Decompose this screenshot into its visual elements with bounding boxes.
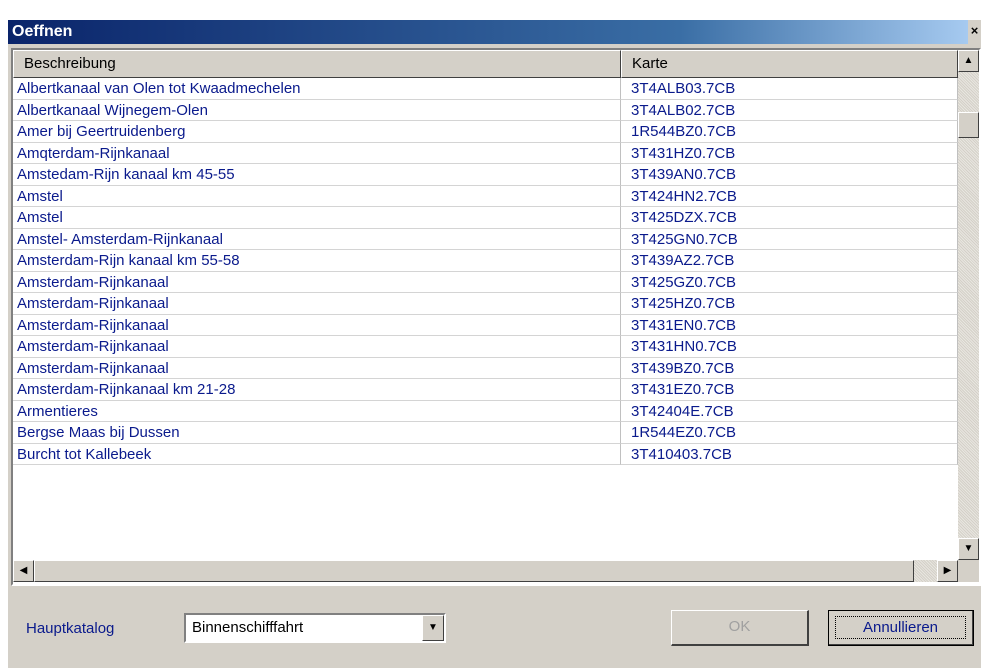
cell-beschreibung: Amstel- Amsterdam-Rijnkanaal <box>13 228 621 250</box>
vertical-scroll-thumb[interactable] <box>958 112 979 138</box>
table-row[interactable]: Amsterdam-Rijnkanaal 3T431HN0.7CB <box>13 336 958 358</box>
table-row[interactable]: Amsterdam-Rijnkanaal 3T425HZ0.7CB <box>13 293 958 315</box>
cell-beschreibung: Amstel <box>13 185 621 207</box>
table-row[interactable]: Amsterdam-Rijnkanaal km 21-28 3T431EZ0.7C… <box>13 379 958 401</box>
scroll-right-icon[interactable]: ▶ <box>937 560 958 582</box>
table-row[interactable]: Amsterdam-Rijnkanaal 3T431EN0.7CB <box>13 314 958 336</box>
cell-beschreibung: Amsterdam-Rijnkanaal km 21-28 <box>13 379 621 401</box>
cell-beschreibung: Burcht tot Kallebeek <box>13 443 621 465</box>
cell-beschreibung: Bergse Maas bij Dussen <box>13 422 621 444</box>
table-row[interactable]: Amstel 3T424HN2.7CB <box>13 185 958 207</box>
cell-karte: 3T431HN0.7CB <box>621 336 958 358</box>
cell-beschreibung: Albertkanaal van Olen tot Kwaadmechelen <box>13 78 621 100</box>
horizontal-scroll-thumb[interactable] <box>34 560 914 582</box>
vertical-scrollbar[interactable]: ▲ ▼ <box>958 50 979 560</box>
cell-karte: 3T439AZ2.7CB <box>621 250 958 272</box>
scrollbar-corner <box>958 560 979 582</box>
table-row[interactable]: Armentieres 3T42404E.7CB <box>13 400 958 422</box>
cell-beschreibung: Amer bij Geertruidenberg <box>13 121 621 143</box>
table-row[interactable]: Amer bij Geertruidenberg 1R544BZ0.7CB <box>13 121 958 143</box>
table-row[interactable]: Bergse Maas bij Dussen 1R544EZ0.7CB <box>13 422 958 444</box>
cell-karte: 3T425HZ0.7CB <box>621 293 958 315</box>
column-header-beschreibung[interactable]: Beschreibung <box>13 50 621 78</box>
cell-karte: 3T4ALB03.7CB <box>621 78 958 100</box>
cell-karte: 1R544BZ0.7CB <box>621 121 958 143</box>
cell-karte: 3T439BZ0.7CB <box>621 357 958 379</box>
column-header-karte[interactable]: Karte <box>621 50 958 78</box>
cell-karte: 3T425GN0.7CB <box>621 228 958 250</box>
table-row[interactable]: Albertkanaal Wijnegem-Olen 3T4ALB02.7CB <box>13 99 958 121</box>
table-row[interactable]: Amsterdam-Rijnkanaal 3T439BZ0.7CB <box>13 357 958 379</box>
scroll-left-icon[interactable]: ◀ <box>13 560 34 582</box>
cancel-button[interactable]: Annullieren <box>828 610 974 646</box>
cell-karte: 3T439AN0.7CB <box>621 164 958 186</box>
cell-karte: 3T431EZ0.7CB <box>621 379 958 401</box>
list-header: Beschreibung Karte <box>13 50 958 78</box>
table-row[interactable]: Burcht tot Kallebeek 3T410403.7CB <box>13 443 958 465</box>
table-row[interactable]: Amstel 3T425DZX.7CB <box>13 207 958 229</box>
table-row[interactable]: Amsterdam-Rijn kanaal km 55-58 3T439AZ2.7… <box>13 250 958 272</box>
ok-button[interactable]: OK <box>671 610 809 646</box>
cell-beschreibung: Amsterdam-Rijnkanaal <box>13 336 621 358</box>
cell-karte: 3T425DZX.7CB <box>621 207 958 229</box>
table-row[interactable]: Amsterdam-Rijnkanaal 3T425GZ0.7CB <box>13 271 958 293</box>
table-row[interactable]: Albertkanaal van Olen tot Kwaadmechelen 3… <box>13 78 958 100</box>
cell-karte: 3T410403.7CB <box>621 443 958 465</box>
table-row[interactable]: Amqterdam-Rijnkanaal 3T431HZ0.7CB <box>13 142 958 164</box>
cell-beschreibung: Amsterdam-Rijnkanaal <box>13 271 621 293</box>
cell-karte: 3T425GZ0.7CB <box>621 271 958 293</box>
close-icon[interactable]: × <box>968 20 981 44</box>
cell-karte: 3T431HZ0.7CB <box>621 142 958 164</box>
cell-karte: 3T4ALB02.7CB <box>621 99 958 121</box>
cell-karte: 3T42404E.7CB <box>621 400 958 422</box>
cell-beschreibung: Amstedam-Rijn kanaal km 45-55 <box>13 164 621 186</box>
scroll-down-icon[interactable]: ▼ <box>958 538 979 560</box>
catalog-select-value: Binnenschifffahrt <box>192 619 304 636</box>
cell-beschreibung: Amsterdam-Rijnkanaal <box>13 314 621 336</box>
cell-karte: 3T424HN2.7CB <box>621 185 958 207</box>
dialog-title: Oeffnen <box>8 20 968 44</box>
cell-beschreibung: Armentieres <box>13 400 621 422</box>
cell-beschreibung: Amsterdam-Rijn kanaal km 55-58 <box>13 250 621 272</box>
horizontal-scrollbar[interactable]: ◀ ▶ <box>13 560 958 582</box>
chevron-down-icon[interactable]: ▼ <box>422 615 444 641</box>
scroll-up-icon[interactable]: ▲ <box>958 50 979 72</box>
catalog-select[interactable]: Binnenschifffahrt ▼ <box>184 613 446 643</box>
cancel-button-label: Annullieren <box>835 616 966 639</box>
cell-beschreibung: Amsterdam-Rijnkanaal <box>13 293 621 315</box>
cell-karte: 3T431EN0.7CB <box>621 314 958 336</box>
cell-karte: 1R544EZ0.7CB <box>621 422 958 444</box>
open-dialog: Oeffnen × Beschreibung Karte Albertkanaa… <box>8 20 981 668</box>
cell-beschreibung: Amsterdam-Rijnkanaal <box>13 357 621 379</box>
table-row[interactable]: Amstel- Amsterdam-Rijnkanaal 3T425GN0.7CB <box>13 228 958 250</box>
cell-beschreibung: Amstel <box>13 207 621 229</box>
table-row[interactable]: Amstedam-Rijn kanaal km 45-55 3T439AN0.7C… <box>13 164 958 186</box>
chart-list: Beschreibung Karte Albertkanaal van Olen… <box>11 48 981 586</box>
cell-beschreibung: Albertkanaal Wijnegem-Olen <box>13 99 621 121</box>
catalog-label: Hauptkatalog <box>26 620 115 637</box>
list-rows: Albertkanaal van Olen tot Kwaadmechelen 3… <box>13 78 958 465</box>
cell-beschreibung: Amqterdam-Rijnkanaal <box>13 142 621 164</box>
